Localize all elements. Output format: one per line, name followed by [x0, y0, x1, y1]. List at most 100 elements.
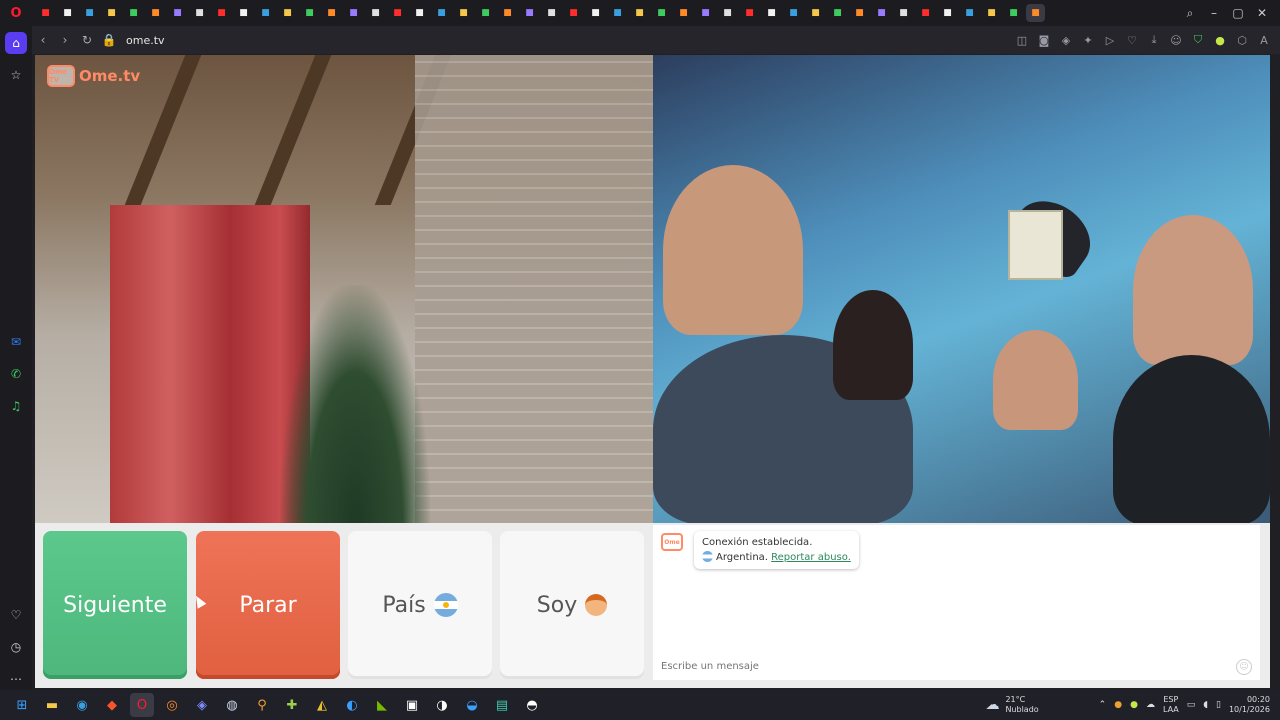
bookmark-icon[interactable]: ♡	[1122, 30, 1142, 50]
network-icon[interactable]: ▭	[1187, 700, 1196, 710]
browser-tab[interactable]: ■	[674, 4, 693, 22]
browser-tab[interactable]: ■	[740, 4, 759, 22]
report-abuse-link[interactable]: Reportar abuso.	[771, 552, 851, 563]
gender-button[interactable]: Soy	[500, 531, 644, 679]
browser-tab[interactable]: ■	[630, 4, 649, 22]
tray-app-icon[interactable]: ●	[1114, 700, 1122, 710]
extension-green-icon[interactable]: ●	[1210, 30, 1230, 50]
clock[interactable]: 00:20 10/1/2026	[1229, 695, 1270, 715]
start-icon[interactable]: ⊞	[10, 693, 34, 717]
language-indicator[interactable]: ESP LAA	[1163, 695, 1179, 715]
github-icon[interactable]: ◑	[430, 693, 454, 717]
browser-tab[interactable]: ■	[762, 4, 781, 22]
browser-tab[interactable]: ■	[36, 4, 55, 22]
tray-app-2-icon[interactable]: ●	[1130, 700, 1138, 710]
opera-menu-icon[interactable]: O	[0, 0, 32, 26]
play-icon[interactable]: ▷	[1100, 30, 1120, 50]
browser-tab[interactable]: ■	[124, 4, 143, 22]
pinboard-icon[interactable]: ☆	[5, 64, 27, 86]
brave-icon[interactable]: ◆	[100, 693, 124, 717]
spotify-icon[interactable]: ♫	[5, 395, 27, 417]
browser-tab[interactable]: ■	[1004, 4, 1023, 22]
browser-tab[interactable]: ■	[190, 4, 209, 22]
browser-tab[interactable]: ■	[498, 4, 517, 22]
browser-tab[interactable]: ■	[586, 4, 605, 22]
browser-tab[interactable]: ■	[278, 4, 297, 22]
browser-tab[interactable]: ■	[564, 4, 583, 22]
app-blue-icon[interactable]: ◐	[340, 693, 364, 717]
browser-tab[interactable]: ■	[916, 4, 935, 22]
next-button[interactable]: Siguiente	[43, 531, 187, 679]
browser-tab[interactable]: ■	[80, 4, 99, 22]
weather-widget[interactable]: ☁ 21°C Nublado	[985, 695, 1038, 715]
browser-tab[interactable]: ■	[1026, 4, 1045, 22]
epic-games-icon[interactable]: ▣	[400, 693, 424, 717]
app-teal-icon[interactable]: ▤	[490, 693, 514, 717]
app-green-icon[interactable]: ✚	[280, 693, 304, 717]
app-blue-2-icon[interactable]: ◒	[460, 693, 484, 717]
extensions-icon[interactable]: ⬡	[1232, 30, 1252, 50]
discord-icon[interactable]: ◈	[190, 693, 214, 717]
app-yellow-icon[interactable]: ◭	[310, 693, 334, 717]
extension-icon[interactable]: ✦	[1078, 30, 1098, 50]
steam-icon[interactable]: ◍	[220, 693, 244, 717]
browser-tab[interactable]: ■	[344, 4, 363, 22]
reload-icon[interactable]: ↻	[76, 29, 98, 51]
battery-icon[interactable]: ▯	[1216, 700, 1221, 710]
browser-tab[interactable]: ■	[982, 4, 1001, 22]
firefox-icon[interactable]: ◎	[160, 693, 184, 717]
browser-tab[interactable]: ■	[542, 4, 561, 22]
browser-tab[interactable]: ■	[432, 4, 451, 22]
browser-tab[interactable]: ■	[520, 4, 539, 22]
messenger-icon[interactable]: ✉	[5, 331, 27, 353]
country-button[interactable]: País	[348, 531, 492, 679]
browser-tab[interactable]: ■	[872, 4, 891, 22]
browser-tab[interactable]: ■	[454, 4, 473, 22]
minimize-icon[interactable]: –	[1202, 0, 1226, 26]
browser-tab[interactable]: ■	[256, 4, 275, 22]
browser-tab[interactable]: ■	[938, 4, 957, 22]
back-icon[interactable]: ‹	[32, 29, 54, 51]
vpn-icon[interactable]: ◈	[1056, 30, 1076, 50]
profile-icon[interactable]: ☺	[1166, 30, 1186, 50]
browser-tab[interactable]: ■	[652, 4, 671, 22]
url-text[interactable]: ome.tv	[126, 34, 165, 47]
browser-tab[interactable]: ■	[784, 4, 803, 22]
browser-tab[interactable]: ■	[146, 4, 165, 22]
browser-tab[interactable]: ■	[960, 4, 979, 22]
home-icon[interactable]: ⌂	[5, 32, 27, 54]
message-input[interactable]	[661, 656, 1231, 676]
browser-tab[interactable]: ■	[850, 4, 869, 22]
download-icon[interactable]: ⤓	[1144, 30, 1164, 50]
favorites-icon[interactable]: ♡	[5, 604, 27, 626]
search-app-icon[interactable]: ⚲	[250, 693, 274, 717]
opera-icon[interactable]: O	[130, 693, 154, 717]
snapshot-icon[interactable]: ◫	[1012, 30, 1032, 50]
obs-icon[interactable]: ◓	[520, 693, 544, 717]
edge-icon[interactable]: ◉	[70, 693, 94, 717]
browser-tab[interactable]: ■	[168, 4, 187, 22]
browser-tab[interactable]: ■	[102, 4, 121, 22]
browser-tab[interactable]: ■	[608, 4, 627, 22]
history-icon[interactable]: ◷	[5, 636, 27, 658]
browser-tab[interactable]: ■	[322, 4, 341, 22]
maximize-icon[interactable]: ▢	[1226, 0, 1250, 26]
whatsapp-icon[interactable]: ✆	[5, 363, 27, 385]
more-icon[interactable]: ⋯	[5, 668, 27, 690]
browser-tab[interactable]: ■	[366, 4, 385, 22]
browser-tab[interactable]: ■	[388, 4, 407, 22]
tray-app-3-icon[interactable]: ☁	[1146, 700, 1155, 710]
stop-button[interactable]: Parar	[196, 531, 340, 679]
tray-chevron-icon[interactable]: ⌃	[1099, 700, 1107, 710]
volume-icon[interactable]: ◖	[1203, 700, 1208, 710]
browser-tab[interactable]: ■	[234, 4, 253, 22]
browser-tab[interactable]: ■	[300, 4, 319, 22]
browser-tab[interactable]: ■	[212, 4, 231, 22]
file-explorer-icon[interactable]: ▬	[40, 693, 64, 717]
aria-icon[interactable]: A	[1254, 30, 1274, 50]
browser-tab[interactable]: ■	[476, 4, 495, 22]
browser-tab[interactable]: ■	[696, 4, 715, 22]
nvidia-icon[interactable]: ◣	[370, 693, 394, 717]
browser-tab[interactable]: ■	[410, 4, 429, 22]
browser-tab[interactable]: ■	[806, 4, 825, 22]
